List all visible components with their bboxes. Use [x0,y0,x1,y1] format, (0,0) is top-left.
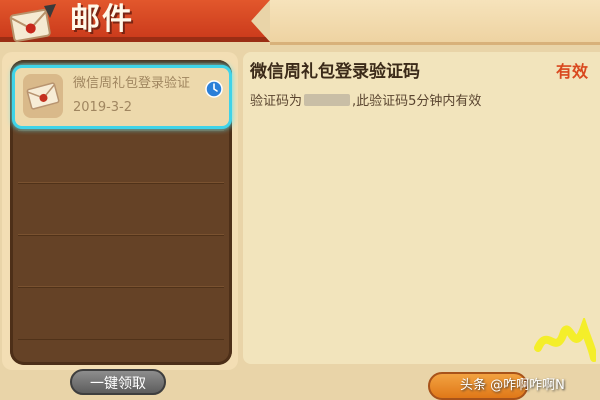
redacted-code [304,94,351,106]
empty-slot [18,182,224,236]
mail-body-suffix: ,此验证码5分钟内有效 [352,94,482,109]
envelope-icon [23,74,63,118]
claim-all-button[interactable]: 一键领取 [70,369,166,395]
page-title: 邮件 [70,2,134,37]
mail-body-prefix: 验证码为 [250,94,303,109]
empty-slot [18,130,224,184]
mail-body: 验证码为 ,此验证码5分钟内有效 [250,90,481,109]
list-item[interactable]: 微信周礼包登录验证 2019-3-2 [12,65,232,129]
mail-subject: 微信周礼包登录验证 [73,76,191,91]
mail-date: 2019-3-2 [73,100,133,115]
scribble-mark [534,318,596,362]
header-background [270,0,600,45]
mail-envelope-icon [9,4,56,42]
watermark: 头条 @咋啊咋啊N [460,378,565,393]
empty-slot [18,234,224,288]
mail-title: 微信周礼包登录验证码 [250,62,420,82]
empty-slot [18,286,224,340]
status-badge: 有效 [556,62,589,81]
header-bar: 邮件 [0,0,600,45]
clock-icon [205,80,223,98]
